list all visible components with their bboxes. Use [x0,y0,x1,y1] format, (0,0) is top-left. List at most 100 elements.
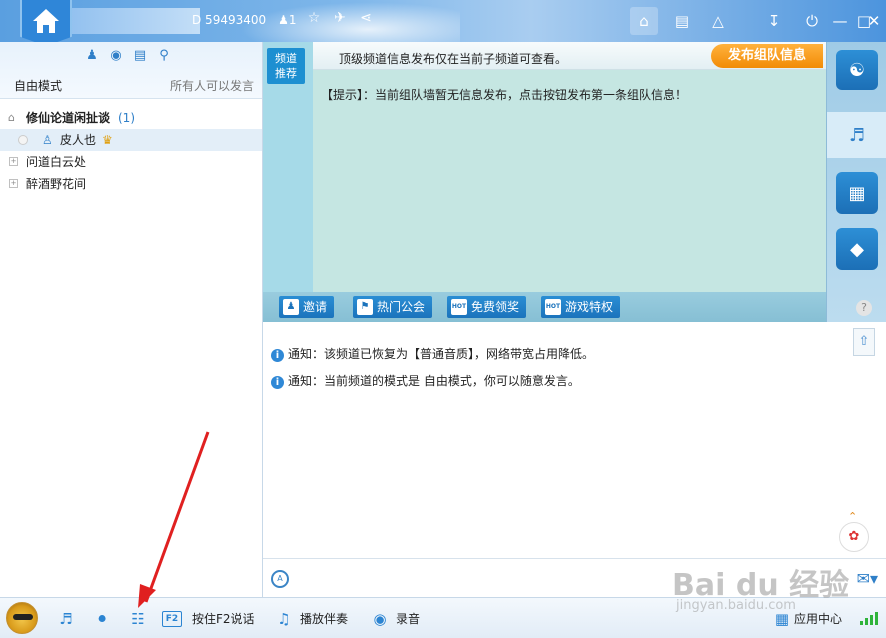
volume-button[interactable]: ♬ [56,598,76,638]
f2-key-icon: F2 [162,610,182,627]
hot-guild-button[interactable]: ⚑ 热门公会 [353,296,433,318]
gift-icon: HOT [451,299,467,315]
tip-text: ：当前组队墙暂无信息发布，点击按钮发布第一条组队信息！ [363,88,688,102]
channel-panel-header: ♟ ◉ ▤ ⚲ 自由模式 所有人可以发言 [0,42,262,99]
flower-icon[interactable]: ✿ [839,522,869,552]
watermark-url: jingyan.baidu.com [676,598,796,613]
member-name: 皮人也 [60,133,97,147]
scroll-top-icon[interactable]: ⇧ [853,328,875,356]
privilege-icon: HOT [545,299,561,315]
app-center-label: 应用中心 [794,612,843,626]
chat-message-text: 通知：该频道已恢复为【普通音质】，网络带宽占用降低。 [288,347,595,361]
status-dot [18,135,28,145]
search-icon[interactable]: ⚲ [154,46,174,64]
star-icon[interactable]: ☆ [304,10,324,26]
subchannel-name: 问道白云处 [26,155,87,169]
house-icon [33,9,59,33]
invite-icon: ♟ [283,299,299,315]
user-icon[interactable]: ♟ [82,46,102,64]
channel-panel: ♟ ◉ ▤ ⚲ 自由模式 所有人可以发言 ⌂ 修仙论道闲扯谈 (1) ♙ 皮人也… [0,42,263,597]
music-note-icon: ♫ [277,609,291,628]
tip-tag: 【提示】 [321,88,364,102]
member-row[interactable]: ♙ 皮人也 ♛ [0,129,262,151]
gamepad-icon[interactable]: △ [706,9,730,33]
mixer-icon: ☷ [131,609,145,628]
channel-tab-line1: 频道 [275,52,297,65]
root-channel-count: (1) [118,111,135,125]
subchannel-item[interactable]: + 问道白云处 [0,151,262,173]
action-tabbar: ♟ 邀请 ⚑ 热门公会 HOT 免费领奖 HOT 游戏特权 [263,292,826,322]
expand-icon[interactable]: + [9,157,18,166]
channel-recommend-tab[interactable]: 频道 推荐 [267,48,305,84]
home-icon[interactable]: ⌂ [630,7,658,35]
signal-icon [860,612,878,625]
team-board-area: 频道 推荐 顶级频道信息发布仅在当前子频道可查看。 发布组队信息 【提示】：当前… [263,42,826,292]
push-to-talk-label: 按住F2说话 [192,612,255,626]
subchannel-item[interactable]: + 醉酒野花间 [0,173,262,195]
chat-log: ? ⇧ i 通知：该频道已恢复为【普通音质】，网络带宽占用降低。 i 通知：当前频道… [263,300,886,558]
title-bar: D 59493400 ♟1 ☆ ✈ ⋖ ⌂ ▤ △ ↧ ⏻ — □ ✕ [0,0,886,46]
game-privilege-button[interactable]: HOT 游戏特权 [541,296,621,318]
record-icon: ◉ [373,609,387,628]
publish-team-button[interactable]: 发布组队信息 [711,44,823,68]
minimize-icon[interactable]: — [828,9,852,33]
board-header-text: 顶级频道信息发布仅在当前子频道可查看。 [339,52,568,66]
home-logo[interactable] [20,0,72,46]
chat-bubble-icon[interactable]: ✉▾ [857,569,878,588]
plane-icon[interactable]: ✈ [330,10,350,26]
hot-guild-label: 热门公会 [377,300,426,314]
game-privilege-label: 游戏特权 [565,300,614,314]
board-tip: 【提示】：当前组队墙暂无信息发布，点击按钮发布第一条组队信息！ [321,86,687,103]
speaker-icon[interactable]: ♬ [827,112,886,158]
guild-icon: ⚑ [357,299,373,315]
location-icon[interactable]: ◉ [106,46,126,64]
info-icon: i [271,349,284,362]
microphone-button[interactable]: ⚫ [92,598,112,638]
chat-message: i 通知：该频道已恢复为【普通音质】，网络带宽占用降低。 [271,345,594,362]
subchannel-name: 醉酒野花间 [26,177,87,191]
play-accompaniment-button[interactable]: ♫ 播放伴奏 [274,598,348,638]
close-icon[interactable]: ✕ [862,9,886,33]
diamond-icon[interactable]: ◆ [836,228,878,270]
avatar[interactable] [6,602,38,634]
crown-icon: ♛ [102,133,113,147]
free-reward-label: 免费领奖 [471,300,520,314]
download-icon[interactable]: ↧ [762,9,786,33]
chat-message: i 通知：当前频道的模式是 自由模式，你可以随意发言。 [271,372,580,389]
chat-message-text: 通知：当前频道的模式是 自由模式，你可以随意发言。 [288,374,580,388]
emoji-icon[interactable]: A [271,570,289,588]
right-sidebar: ☯ ♬ ▦ ◆ [826,42,886,322]
volume-icon: ♬ [59,609,73,628]
tree-root[interactable]: ⌂ 修仙论道闲扯谈 (1) [0,107,262,129]
push-to-talk-button[interactable]: F2 按住F2说话 [162,598,255,638]
username-blurred [72,8,200,34]
channel-tree: ⌂ 修仙论道闲扯谈 (1) ♙ 皮人也 ♛ + 问道白云处 + 醉酒野花间 [0,99,262,195]
info-icon: i [271,376,284,389]
handshake-icon[interactable]: ☯ [836,50,878,90]
free-reward-button[interactable]: HOT 免费领奖 [447,296,527,318]
mode-hint: 所有人可以发言 [169,79,254,93]
share-icon[interactable]: ⋖ [356,10,376,26]
member-icon: ♙ [42,133,53,147]
mode-label: 自由模式 [14,79,63,93]
list-icon[interactable]: ▤ [670,9,694,33]
root-channel-name: 修仙论道闲扯谈 [26,111,111,125]
help-icon[interactable]: ? [856,300,872,316]
online-count: 1 [288,13,297,27]
user-count-icon: ♟ [278,13,289,27]
invite-button[interactable]: ♟ 邀请 [279,296,335,318]
record-button[interactable]: ◉ 录音 [370,598,420,638]
play-accompaniment-label: 播放伴奏 [300,612,349,626]
mixer-button[interactable]: ☷ [128,598,148,638]
team-board: 顶级频道信息发布仅在当前子频道可查看。 发布组队信息 【提示】：当前组队墙暂无信… [313,42,826,292]
expand-icon[interactable]: + [9,179,18,188]
home-small-icon: ⌂ [8,111,15,124]
invite-label: 邀请 [303,300,328,314]
user-id: D 59493400 ♟1 [192,13,297,27]
note-icon[interactable]: ▤ [130,46,150,64]
record-label: 录音 [396,612,421,626]
power-icon[interactable]: ⏻ [800,9,824,33]
video-icon[interactable]: ▦ [836,172,878,214]
microphone-icon: ⚫ [95,609,109,628]
channel-tab-line2: 推荐 [275,67,297,80]
